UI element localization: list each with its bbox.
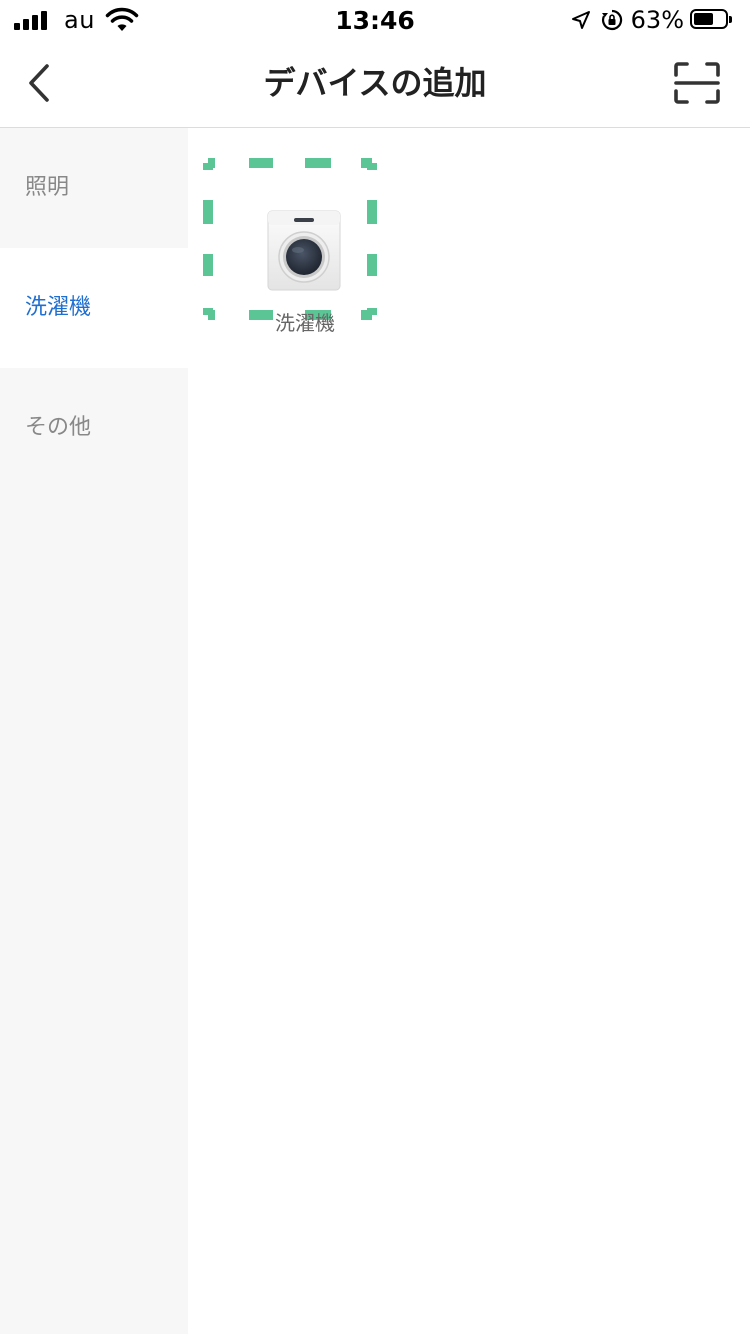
device-list: 洗濯機 — [188, 128, 750, 1334]
sidebar-item-lighting[interactable]: 照明 — [0, 128, 188, 248]
status-right: 63% — [571, 6, 734, 34]
status-bar: au 13:46 63% — [0, 0, 750, 40]
scan-button[interactable] — [674, 62, 720, 104]
location-arrow-icon — [571, 11, 590, 29]
battery-percent: 63% — [630, 6, 684, 34]
page-title: デバイスの追加 — [263, 64, 487, 102]
scan-frame-icon — [674, 62, 720, 104]
washing-machine-icon — [267, 210, 341, 291]
battery-icon — [690, 9, 734, 31]
rotation-lock-icon — [601, 9, 622, 31]
device-label: 洗濯機 — [275, 311, 335, 335]
sidebar-item-other[interactable]: その他 — [0, 368, 188, 488]
category-sidebar: 照明 洗濯機 その他 — [0, 128, 188, 1334]
device-card-washing-machine[interactable]: 洗濯機 — [203, 158, 377, 335]
nav-bar: デバイスの追加 — [0, 40, 750, 128]
sidebar-item-washing-machine[interactable]: 洗濯機 — [0, 248, 188, 368]
